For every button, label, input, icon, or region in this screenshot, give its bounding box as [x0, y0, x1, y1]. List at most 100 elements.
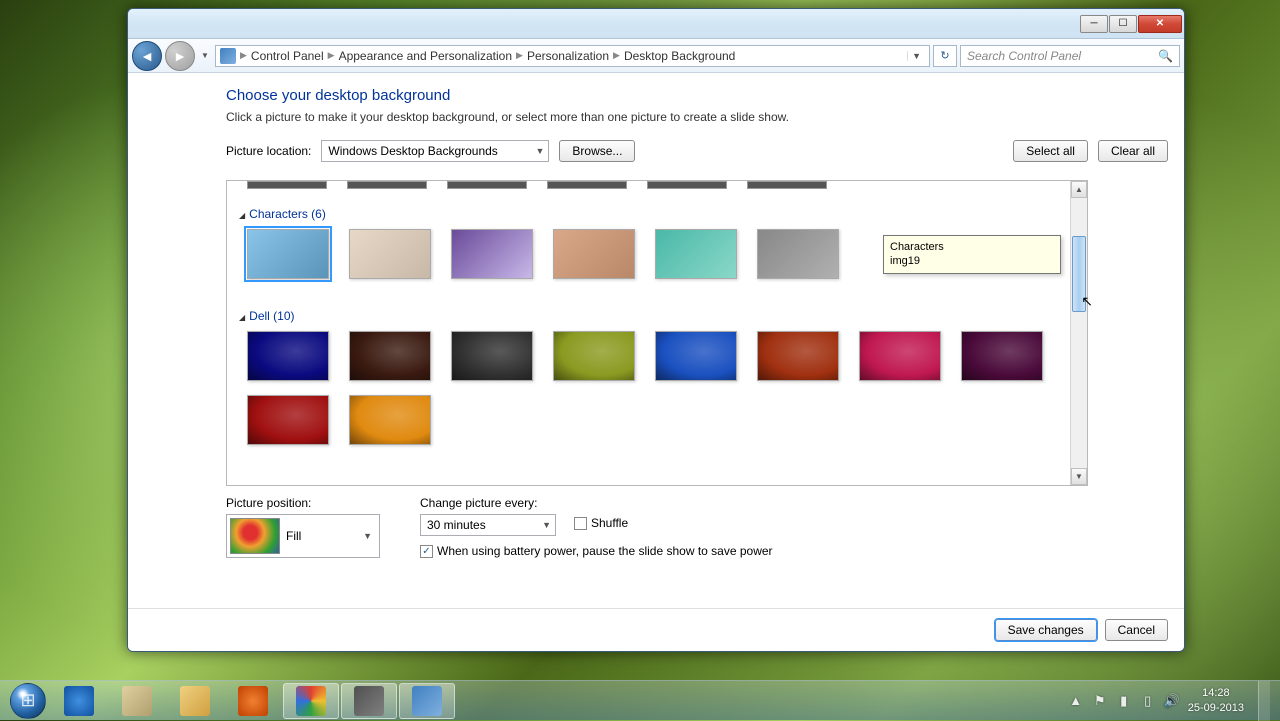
wallpaper-thumb[interactable] — [349, 395, 431, 445]
taskbar: ▲ ⚑ ▮ ▯ 🔊 14:28 25-09-2013 — [0, 680, 1280, 720]
crumb-sep-icon: ▶ — [516, 50, 523, 61]
chevron-down-icon: ▼ — [529, 146, 544, 156]
wallpaper-thumb[interactable] — [349, 229, 431, 279]
forward-button[interactable]: ► — [165, 41, 195, 71]
scroll-thumb[interactable] — [1072, 236, 1086, 312]
wallpaper-thumb-peek[interactable] — [547, 181, 627, 189]
picture-location-label: Picture location: — [226, 144, 311, 158]
picture-location-combo[interactable]: Windows Desktop Backgrounds ▼ — [321, 140, 549, 162]
battery-checkbox[interactable]: ✓ — [420, 545, 433, 558]
network-icon[interactable]: ▯ — [1140, 693, 1156, 709]
wallpaper-thumb-peek[interactable] — [447, 181, 527, 189]
crumb-control-panel[interactable]: Control Panel — [251, 49, 324, 63]
content-area: Choose your desktop background Click a p… — [128, 73, 1184, 651]
select-all-button[interactable]: Select all — [1013, 140, 1088, 162]
wallpaper-thumb-peek[interactable] — [647, 181, 727, 189]
footer: Save changes Cancel — [128, 608, 1184, 651]
crumb-sep-icon: ▶ — [328, 50, 335, 61]
tooltip-line1: Characters — [890, 240, 1054, 254]
cancel-button[interactable]: Cancel — [1105, 619, 1168, 641]
notepad-icon — [122, 686, 152, 716]
maximize-button[interactable]: ☐ — [1109, 15, 1137, 33]
show-desktop-button[interactable] — [1258, 681, 1270, 721]
wallpaper-thumb[interactable] — [553, 229, 635, 279]
start-button[interactable] — [6, 681, 50, 721]
address-bar[interactable]: ▶ Control Panel ▶ Appearance and Persona… — [215, 45, 930, 67]
system-tray: ▲ ⚑ ▮ ▯ 🔊 14:28 25-09-2013 — [1068, 681, 1274, 721]
taskbar-media[interactable] — [225, 683, 281, 719]
close-button[interactable]: ✕ — [1138, 15, 1182, 33]
change-every-combo[interactable]: 30 minutes ▼ — [420, 514, 556, 536]
wallpaper-thumb[interactable] — [655, 331, 737, 381]
chevron-down-icon: ▼ — [363, 531, 376, 541]
shuffle-checkbox[interactable] — [574, 517, 587, 530]
crumb-personalization[interactable]: Personalization — [527, 49, 609, 63]
back-button[interactable]: ◄ — [132, 41, 162, 71]
wallpaper-thumb[interactable] — [757, 229, 839, 279]
battery-icon[interactable]: ▮ — [1116, 693, 1132, 709]
collapse-icon: ◢ — [239, 211, 245, 220]
taskbar-chrome[interactable] — [283, 683, 339, 719]
change-every-label: Change picture every: — [420, 496, 773, 510]
scrollbar[interactable]: ▲ ▼ ↖ — [1070, 181, 1087, 485]
wallpaper-thumb-peek[interactable] — [747, 181, 827, 189]
chrome-icon — [296, 686, 326, 716]
scroll-track[interactable] — [1071, 198, 1087, 468]
save-button[interactable]: Save changes — [995, 619, 1097, 641]
taskbar-notepad[interactable] — [109, 683, 165, 719]
wallpaper-thumb[interactable] — [349, 331, 431, 381]
address-dropdown[interactable]: ▼ — [907, 51, 925, 61]
minimize-button[interactable]: ─ — [1080, 15, 1108, 33]
tooltip: Characters img19 — [883, 235, 1061, 274]
wallpaper-thumb[interactable] — [247, 395, 329, 445]
group-dell-label: Dell (10) — [249, 309, 294, 323]
tray-up-icon[interactable]: ▲ — [1068, 693, 1084, 709]
clock[interactable]: 14:28 25-09-2013 — [1188, 686, 1244, 715]
taskbar-explorer[interactable] — [167, 683, 223, 719]
tooltip-line2: img19 — [890, 254, 1054, 268]
crumb-desktop-background[interactable]: Desktop Background — [624, 49, 735, 63]
refresh-button[interactable]: ↻ — [933, 45, 957, 67]
media-icon — [238, 686, 268, 716]
wallpaper-thumb[interactable] — [451, 331, 533, 381]
scroll-down-button[interactable]: ▼ — [1071, 468, 1087, 485]
wallpaper-thumb[interactable] — [247, 229, 329, 279]
browse-button[interactable]: Browse... — [559, 140, 635, 162]
control-panel-icon — [412, 686, 442, 716]
wallpaper-thumb[interactable] — [757, 331, 839, 381]
taskbar-control-panel[interactable] — [399, 683, 455, 719]
wallpaper-thumb[interactable] — [655, 229, 737, 279]
folder-icon — [180, 686, 210, 716]
position-preview-icon — [230, 518, 280, 554]
search-icon: 🔍 — [1158, 49, 1173, 63]
wallpaper-thumb[interactable] — [859, 331, 941, 381]
crumb-appearance[interactable]: Appearance and Personalization — [339, 49, 512, 63]
wallpaper-gallery: ◢ Characters (6) Characters img19 ◢Dell (… — [226, 180, 1088, 486]
wallpaper-thumb[interactable] — [961, 331, 1043, 381]
clock-date: 25-09-2013 — [1188, 701, 1244, 715]
control-panel-icon — [220, 48, 236, 64]
flag-icon[interactable]: ⚑ — [1092, 693, 1108, 709]
wallpaper-thumb-peek[interactable] — [247, 181, 327, 189]
crumb-sep-icon: ▶ — [240, 50, 247, 61]
volume-icon[interactable]: 🔊 — [1164, 693, 1180, 709]
picture-position-combo[interactable]: Fill ▼ — [226, 514, 380, 558]
history-dropdown[interactable]: ▼ — [198, 46, 212, 66]
search-placeholder: Search Control Panel — [967, 49, 1081, 63]
camera-icon — [354, 686, 384, 716]
group-dell[interactable]: ◢Dell (10) — [239, 309, 1062, 323]
wallpaper-thumb[interactable] — [247, 331, 329, 381]
group-characters[interactable]: ◢ Characters (6) — [239, 207, 1062, 221]
search-input[interactable]: Search Control Panel 🔍 — [960, 45, 1180, 67]
scroll-up-button[interactable]: ▲ — [1071, 181, 1087, 198]
group-characters-label: Characters (6) — [249, 207, 326, 221]
wallpaper-thumb-peek[interactable] — [347, 181, 427, 189]
taskbar-ie[interactable] — [51, 683, 107, 719]
clear-all-button[interactable]: Clear all — [1098, 140, 1168, 162]
page-subtitle: Click a picture to make it your desktop … — [226, 110, 1168, 124]
wallpaper-thumb[interactable] — [553, 331, 635, 381]
taskbar-camera[interactable] — [341, 683, 397, 719]
control-panel-window: ─ ☐ ✕ ◄ ► ▼ ▶ Control Panel ▶ Appearance… — [127, 8, 1185, 652]
wallpaper-thumb[interactable] — [451, 229, 533, 279]
picture-position-value: Fill — [286, 529, 301, 543]
